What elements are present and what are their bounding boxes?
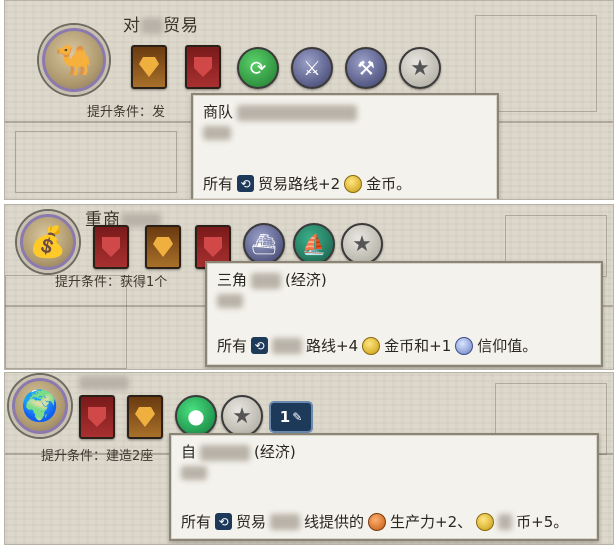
globe-icon: 🌍 (21, 388, 59, 424)
sail-icon[interactable]: ⛵ (293, 223, 335, 265)
camel-icon: 🐪 (55, 42, 93, 78)
faith-icon (455, 336, 474, 355)
gem-icon (139, 57, 159, 77)
policy-name: 对贸易 (123, 16, 199, 36)
policy-panel-2: 💰 重商 ⛴ ⛵ ★ 提升条件：获得1个 三角 (经济) 所有 ⟲ 路线+4 金币… (4, 204, 614, 370)
tooltip-subtitle (217, 291, 243, 309)
tooltip-subtitle (203, 123, 231, 141)
card-slot[interactable] (185, 45, 221, 89)
tooltip-title: 自 (经济) (181, 443, 296, 461)
policy-panel-3: 🌍 ● ★ 1 ✎ 提升条件：建造2座 自 (经济) 所有 ⟲ 贸易 线提供的 生产… (4, 372, 614, 545)
requirement: 提升条件：建造2座 (41, 449, 154, 464)
policy-name (79, 373, 129, 393)
trade-route-icon: ⟲ (251, 337, 269, 354)
shield-icon (102, 237, 120, 257)
card-slot[interactable] (131, 45, 167, 89)
tooltip-effect-line: 所有 ⟲ 贸易 线提供的 生产力+2、 币+5。 (181, 512, 569, 531)
tooltip-title: 商队 (203, 101, 358, 122)
tooltip-title: 三角 (经济) (217, 271, 327, 289)
gem-icon (153, 237, 173, 257)
tooltip: 三角 (经济) 所有 ⟲ 路线+4 金币和+1 信仰值。 (205, 261, 603, 367)
card-slot[interactable] (145, 225, 181, 269)
money-bags-icon: 💰 (29, 224, 67, 260)
swords-icon[interactable]: ⚔ (291, 47, 333, 89)
recycle-icon[interactable]: ⟳ (237, 47, 279, 89)
portrait-money[interactable]: 💰 (17, 211, 79, 273)
ship-icon[interactable]: ⛴ (243, 223, 285, 265)
map-sketch (15, 131, 177, 193)
policy-panel-1: 🐪 对贸易 ⟳ ⚔ ⚒ ★ 提升条件：发 商队 所有 ⟲ 贸易路线+2 金币。 (4, 0, 614, 200)
gold-coin-icon (344, 174, 363, 193)
tooltip-subtitle (181, 463, 207, 481)
tooltip: 商队 所有 ⟲ 贸易路线+2 金币。 (191, 93, 499, 199)
gem-icon (135, 407, 155, 427)
card-slot[interactable] (127, 395, 163, 439)
trade-route-icon: ⟲ (215, 513, 233, 530)
card-slot[interactable] (93, 225, 129, 269)
portrait-camel[interactable]: 🐪 (39, 25, 109, 95)
card-slot[interactable] (79, 395, 115, 439)
green-gem-icon[interactable]: ● (175, 395, 217, 437)
tooltip-effect-line: 所有 ⟲ 路线+4 金币和+1 信仰值。 (217, 336, 538, 355)
tooltip-effect-line: 所有 ⟲ 贸易路线+2 金币。 (203, 174, 412, 193)
shield-icon (88, 407, 106, 427)
star-icon[interactable]: ★ (399, 47, 441, 89)
gold-coin-icon (362, 336, 381, 355)
requirement: 提升条件：发 (87, 105, 166, 120)
count-badge[interactable]: 1 ✎ (269, 401, 313, 433)
shield-icon (194, 57, 212, 77)
quill-icon: ✎ (292, 410, 303, 424)
portrait-globe[interactable]: 🌍 (9, 375, 71, 437)
requirement: 提升条件：获得1个 (55, 275, 168, 290)
production-icon (368, 512, 387, 531)
shield-icon (204, 237, 222, 257)
tooltip: 自 (经济) 所有 ⟲ 贸易 线提供的 生产力+2、 币+5。 (169, 433, 599, 541)
star-icon[interactable]: ★ (341, 223, 383, 265)
gold-coin-icon (476, 512, 495, 531)
axes-icon[interactable]: ⚒ (345, 47, 387, 89)
trade-route-icon: ⟲ (237, 175, 255, 192)
star-icon[interactable]: ★ (221, 395, 263, 437)
